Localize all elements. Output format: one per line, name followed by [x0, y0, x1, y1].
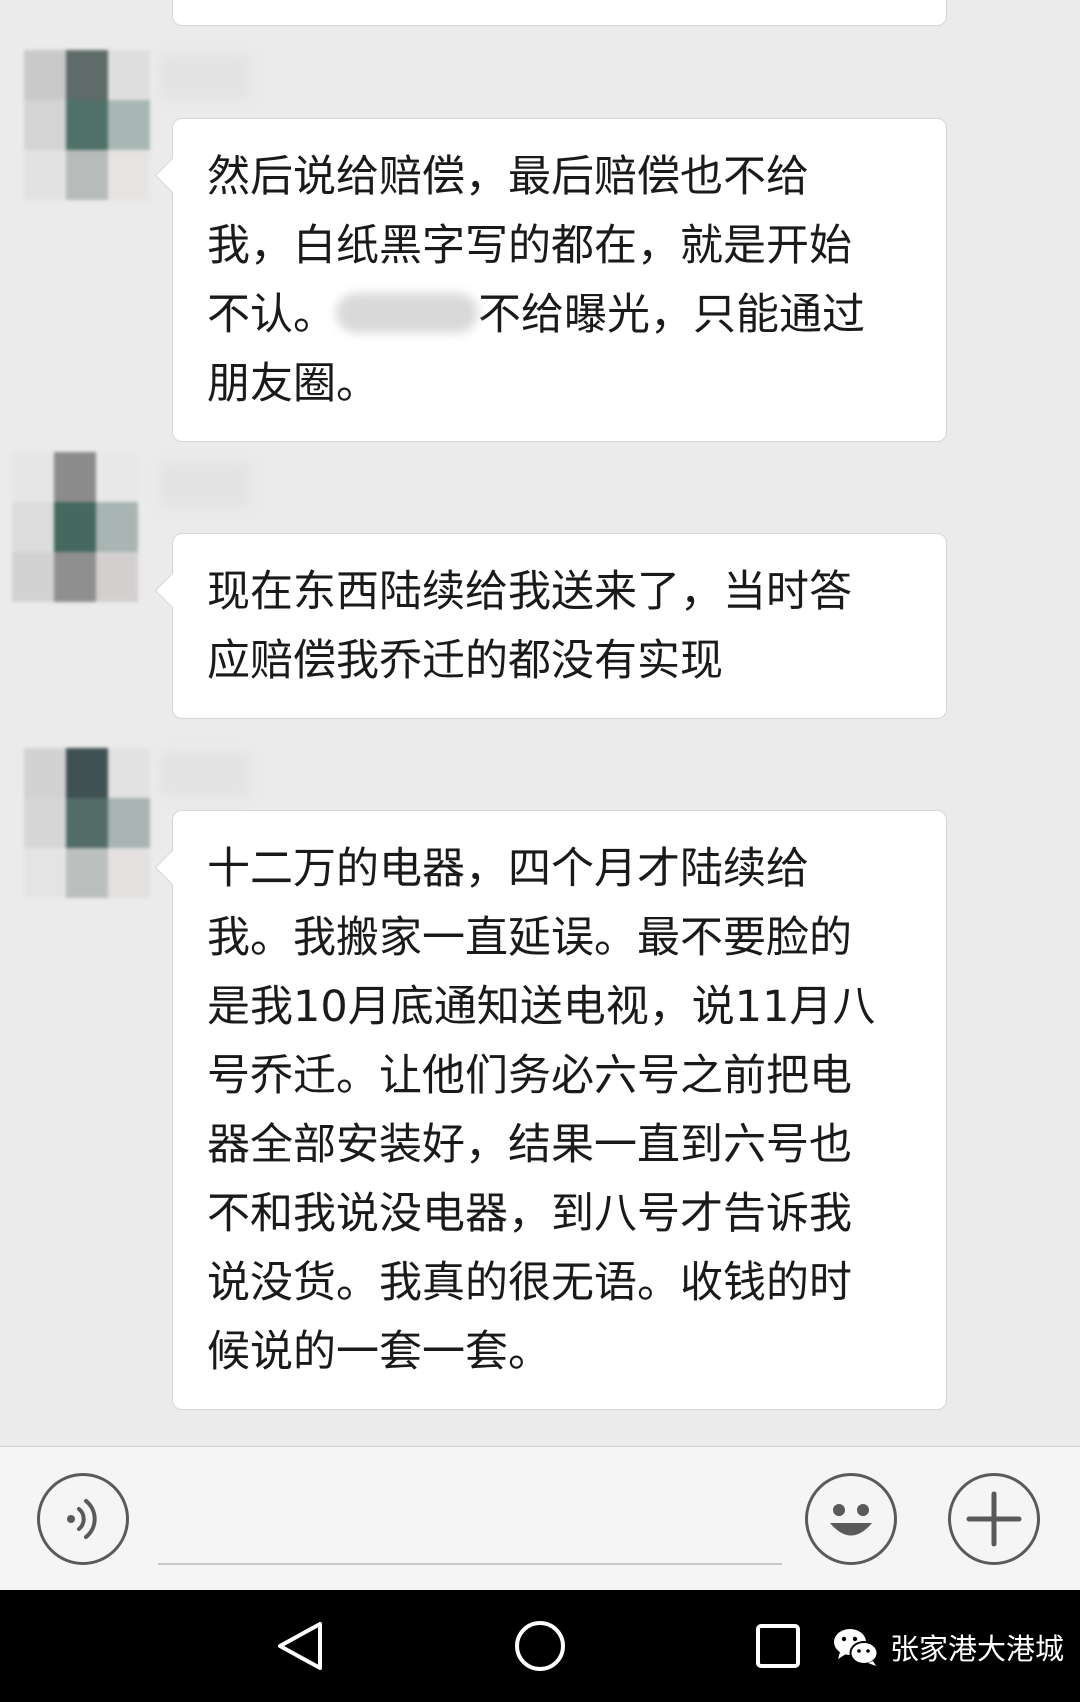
more-functions-button[interactable] [948, 1473, 1040, 1565]
wechat-logo-icon [834, 1629, 879, 1666]
input-bar [0, 1446, 1080, 1590]
message-input[interactable] [158, 1477, 782, 1565]
sender-name-redacted [160, 752, 250, 798]
chat-message-area[interactable]: 然后说给赔偿，最后赔偿也不给 我，白纸黑字写的都在，就是开始 不认。 不给曝光，只… [0, 0, 1080, 1446]
recent-apps-square-icon [756, 1624, 800, 1668]
emoji-button[interactable] [805, 1473, 897, 1565]
message-bubble-partial[interactable] [172, 0, 947, 26]
message-bubble[interactable]: 然后说给赔偿，最后赔偿也不给 我，白纸黑字写的都在，就是开始 不认。 不给曝光，只… [154, 118, 947, 442]
back-triangle-icon [278, 1622, 322, 1670]
sender-avatar[interactable] [24, 50, 150, 200]
system-navigation-bar: 张家港大港城 [0, 1590, 1080, 1702]
watermark-text: 张家港大港城 [890, 1632, 1065, 1666]
message-bubble[interactable]: 现在东西陆续给我送来了，当时答 应赔偿我乔迁的都没有实现 [154, 533, 947, 719]
voice-input-button[interactable] [37, 1473, 129, 1565]
back-button[interactable] [264, 1610, 336, 1682]
bubble-tail [154, 572, 191, 609]
sender-avatar[interactable] [24, 748, 150, 898]
recent-apps-button[interactable] [742, 1610, 814, 1682]
message-text: 十二万的电器，四个月才陆续给 我。我搬家一直延误。最不要脸的 是我10月底通知送… [207, 844, 876, 1377]
redacted-text [336, 293, 478, 333]
bubble-tail [154, 849, 191, 886]
voice-icon [67, 1499, 97, 1539]
message-text: 然后说给赔偿，最后赔偿也不给 我，白纸黑字写的都在，就是开始 不认。 不给曝光，只… [207, 152, 865, 409]
message-bubble[interactable]: 十二万的电器，四个月才陆续给 我。我搬家一直延误。最不要脸的 是我10月底通知送… [154, 810, 947, 1410]
message-text: 现在东西陆续给我送来了，当时答 应赔偿我乔迁的都没有实现 [207, 567, 852, 686]
home-button[interactable] [504, 1610, 576, 1682]
sender-name-redacted [160, 54, 250, 100]
home-circle-icon [515, 1621, 565, 1671]
plus-icon [966, 1491, 1022, 1547]
watermark: 张家港大港城 [832, 1624, 1064, 1670]
sender-name-redacted [160, 462, 250, 508]
bubble-tail [154, 157, 191, 194]
smiley-emoji-icon [830, 1504, 872, 1536]
sender-avatar[interactable] [12, 452, 138, 602]
